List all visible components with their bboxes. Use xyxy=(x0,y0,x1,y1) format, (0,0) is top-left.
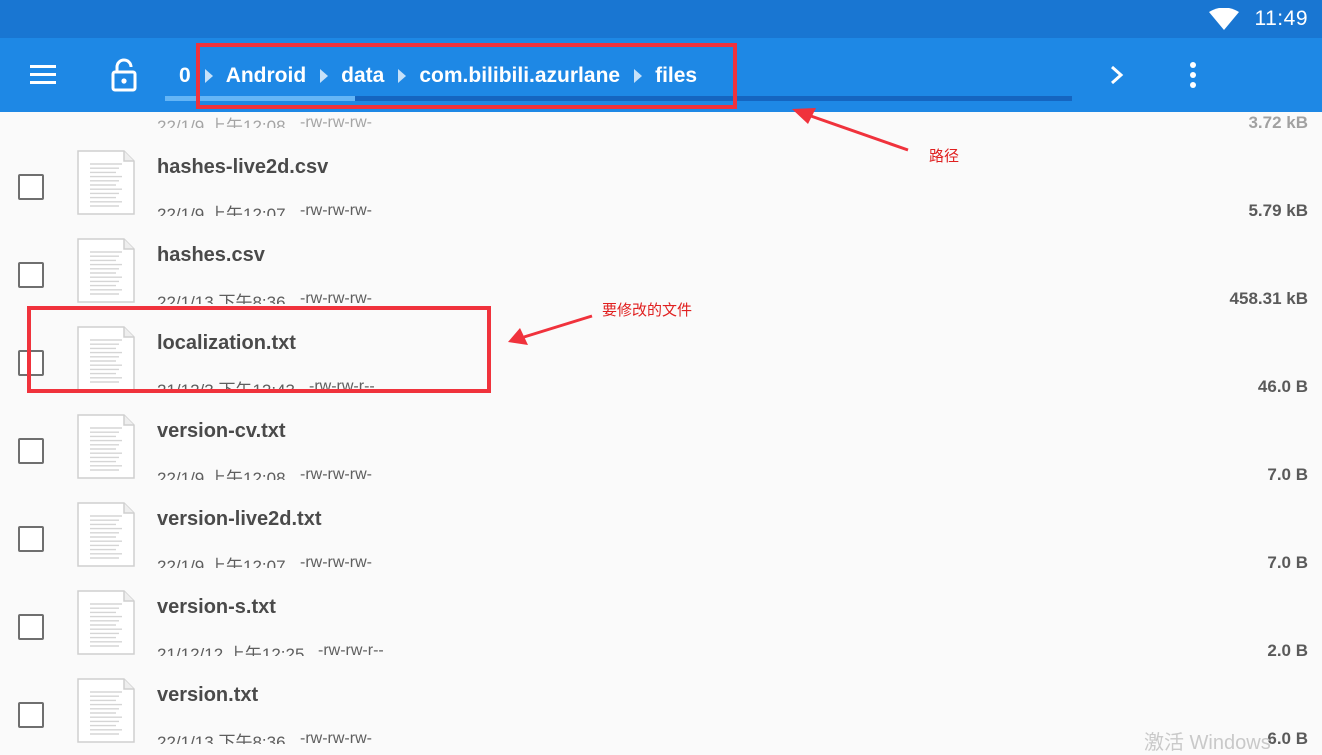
more-vertical-icon[interactable] xyxy=(1186,60,1200,90)
breadcrumb-separator-icon xyxy=(204,69,213,83)
file-row[interactable]: hashes.csv 22/1/13 下午8:36 -rw-rw-rw- 458… xyxy=(0,216,1322,312)
file-name: version-live2d.txt xyxy=(157,508,322,530)
breadcrumb-files[interactable]: files xyxy=(655,62,697,90)
breadcrumb-root[interactable]: 0 xyxy=(179,62,191,90)
text-file-icon xyxy=(77,150,135,215)
breadcrumb-data[interactable]: data xyxy=(341,62,384,90)
file-list: 22/1/9 上午12:08 -rw-rw-rw- 3.72 kB hashes… xyxy=(0,112,1322,744)
wifi-icon xyxy=(1209,8,1239,30)
status-time: 11:49 xyxy=(1254,7,1308,30)
breadcrumb-separator-icon xyxy=(398,69,407,83)
file-name: version-cv.txt xyxy=(157,420,286,442)
status-bar: 11:49 xyxy=(0,0,1322,38)
file-name: localization.txt xyxy=(157,332,296,354)
text-file-icon xyxy=(77,678,135,743)
menu-icon[interactable] xyxy=(28,62,60,88)
file-permissions: -rw-rw-rw- xyxy=(300,730,372,744)
path-note: 路径 xyxy=(929,148,960,165)
row-checkbox[interactable] xyxy=(18,262,44,288)
file-size: 6.0 B xyxy=(1267,729,1308,744)
row-checkbox[interactable] xyxy=(18,350,44,376)
row-checkbox[interactable] xyxy=(18,174,44,200)
text-file-icon xyxy=(77,414,135,479)
file-date: 22/1/13 下午8:36 xyxy=(157,733,286,744)
file-row[interactable]: version-live2d.txt 22/1/9 上午12:07 -rw-rw… xyxy=(0,480,1322,576)
text-file-icon xyxy=(77,326,135,391)
text-file-icon xyxy=(77,590,135,655)
text-file-icon xyxy=(77,238,135,303)
chevron-right-icon[interactable] xyxy=(1106,62,1128,88)
breadcrumb-package[interactable]: com.bilibili.azurlane xyxy=(419,62,620,90)
breadcrumb-android[interactable]: Android xyxy=(226,62,306,90)
row-checkbox[interactable] xyxy=(18,614,44,640)
activation-watermark: 激活 Windows xyxy=(1144,732,1271,754)
file-name: version.txt xyxy=(157,684,259,706)
file-row[interactable]: hashes-live2d.csv 22/1/9 上午12:07 -rw-rw-… xyxy=(0,128,1322,224)
file-row[interactable]: version-s.txt 21/12/12 上午12:25 -rw-rw-r-… xyxy=(0,568,1322,664)
file-name: version-s.txt xyxy=(157,596,276,618)
file-row[interactable]: version-cv.txt 22/1/9 上午12:08 -rw-rw-rw-… xyxy=(0,392,1322,488)
row-checkbox[interactable] xyxy=(18,438,44,464)
file-name: hashes.csv xyxy=(157,244,265,266)
row-checkbox[interactable] xyxy=(18,702,44,728)
file-row[interactable]: version.txt 22/1/13 下午8:36 -rw-rw-rw- 6.… xyxy=(0,656,1322,744)
file-row[interactable]: 22/1/9 上午12:08 -rw-rw-rw- 3.72 kB xyxy=(0,112,1322,136)
row-checkbox[interactable] xyxy=(18,526,44,552)
file-note: 要修改的文件 xyxy=(602,302,693,319)
toolbar: 0 Android data com.bilibili.azurlane fil… xyxy=(0,38,1322,112)
breadcrumb: 0 Android data com.bilibili.azurlane fil… xyxy=(179,62,697,90)
file-name: hashes-live2d.csv xyxy=(157,156,329,178)
unlock-icon[interactable] xyxy=(109,58,139,92)
scroll-progress-bar xyxy=(165,96,1072,101)
breadcrumb-separator-icon xyxy=(634,69,643,83)
scroll-progress-fill xyxy=(165,96,356,101)
breadcrumb-separator-icon xyxy=(320,69,329,83)
text-file-icon xyxy=(77,502,135,567)
